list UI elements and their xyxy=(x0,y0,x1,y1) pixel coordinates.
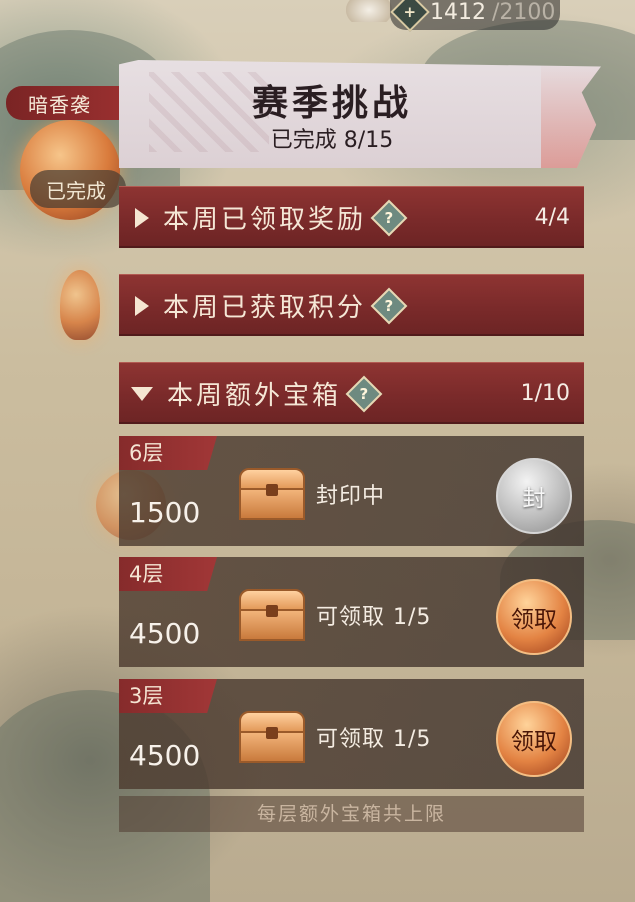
layer-points: 1500 xyxy=(129,496,201,529)
map-completed-label: 已完成 xyxy=(30,170,126,208)
collapse-arrow-icon xyxy=(131,386,153,401)
flame-icon xyxy=(60,270,100,340)
claim-button[interactable]: 领取 xyxy=(496,701,572,777)
row-weekly-rewards[interactable]: 本周已领取奖励 ? 4/4 xyxy=(119,186,584,248)
help-icon[interactable]: ? xyxy=(370,199,408,236)
crane-icon xyxy=(346,0,392,22)
panel-progress: 已完成 8/15 xyxy=(270,128,394,153)
layer-card-4: 4层 4500 可领取 1/5 领取 xyxy=(119,557,584,667)
row-count: 1/10 xyxy=(520,381,570,406)
layer-points: 4500 xyxy=(129,739,201,772)
row-label: 本周已获取积分 xyxy=(163,293,367,323)
layer-card-6: 6层 1500 封印中 封 xyxy=(119,436,584,546)
layer-status: 可领取 1/5 xyxy=(316,605,432,630)
sealed-button[interactable]: 封 xyxy=(496,458,572,534)
plus-diamond-icon[interactable]: + xyxy=(390,0,430,32)
treasure-chest-icon xyxy=(239,589,305,641)
layer-tag: 3层 xyxy=(119,679,217,713)
row-count: 4/4 xyxy=(534,205,570,230)
currency-current: 1412 xyxy=(430,0,486,25)
row-weekly-points[interactable]: 本周已获取积分 ? xyxy=(119,274,584,336)
layer-points: 4500 xyxy=(129,617,201,650)
row-label: 本周已领取奖励 xyxy=(163,205,367,235)
layer-status: 可领取 1/5 xyxy=(316,727,432,752)
claim-button[interactable]: 领取 xyxy=(496,579,572,655)
layer-tag: 6层 xyxy=(119,436,217,470)
currency-max: /2100 xyxy=(492,0,556,25)
row-label: 本周额外宝箱 xyxy=(167,381,342,411)
help-icon[interactable]: ? xyxy=(370,287,408,324)
title-banner: 赛季挑战 已完成 8/15 xyxy=(119,60,601,168)
layer-card-3: 3层 4500 可领取 1/5 领取 xyxy=(119,679,584,789)
currency-counter: + 1412 /2100 xyxy=(390,0,560,32)
treasure-chest-icon xyxy=(239,711,305,763)
panel-title: 赛季挑战 xyxy=(251,82,412,124)
help-icon[interactable]: ? xyxy=(345,375,383,412)
expand-arrow-icon xyxy=(135,295,149,316)
limit-note: 每层额外宝箱共上限 xyxy=(119,796,584,832)
map-region-tab[interactable]: 暗香袭 xyxy=(6,86,126,120)
expand-arrow-icon xyxy=(135,207,149,228)
season-challenge-panel: 赛季挑战 已完成 8/15 本周已领取奖励 ? 4/4 本周已获取积分 ? 本周… xyxy=(119,60,601,835)
layer-status: 封印中 xyxy=(316,484,386,509)
layer-tag: 4层 xyxy=(119,557,217,591)
row-weekly-bonus-chests[interactable]: 本周额外宝箱 ? 1/10 xyxy=(119,362,584,424)
treasure-chest-icon xyxy=(239,468,305,520)
